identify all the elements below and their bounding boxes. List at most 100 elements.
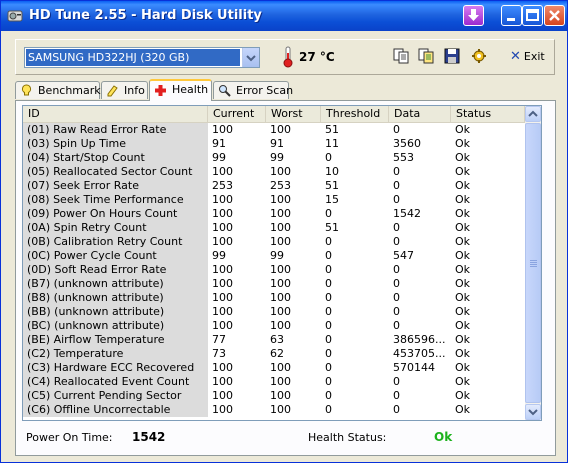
cell-threshold: 0 [325,291,332,304]
cell-threshold: 0 [325,207,332,220]
cell-current: 100 [212,207,233,220]
table-row[interactable]: (0B) Calibration Retry Count 100 100 0 0 Ok [23,235,525,249]
cell-status: Ok [455,263,471,276]
cell-id: (09) Power On Hours Count [23,207,208,221]
close-button[interactable] [544,5,565,26]
cell-data: 0 [393,221,400,234]
cell-data: 547 [393,249,414,262]
table-row[interactable]: (C4) Reallocated Event Count 100 100 0 0 Ok [23,375,525,389]
cell-current: 100 [212,221,233,234]
cell-data: 0 [393,305,400,318]
tab-error-scan[interactable]: Error Scan [213,81,293,99]
copy-icon[interactable] [393,48,409,64]
chevron-up-icon [528,110,538,117]
cell-current: 100 [212,123,233,136]
column-header-id[interactable]: ID [23,106,208,122]
health-status-label: Health Status: [308,431,387,444]
table-row[interactable]: (04) Start/Stop Count 99 99 0 553 Ok [23,151,525,165]
benchmark-icon [21,84,32,96]
table-row[interactable]: (09) Power On Hours Count 100 100 0 1542 Ok [23,207,525,221]
smart-attribute-list[interactable]: ID Current Worst Threshold Data Status (… [22,105,542,421]
table-row[interactable]: (C5) Current Pending Sector 100 100 0 0 Ok [23,389,525,403]
table-row[interactable]: (BE) Airflow Temperature 77 63 0 386596... Ok [23,333,525,347]
save-icon[interactable] [444,48,460,64]
minimize-button[interactable] [501,5,522,26]
table-row[interactable]: (05) Reallocated Sector Count 100 100 10 0 Ok [23,165,525,179]
cell-id: (04) Start/Stop Count [23,151,208,165]
tab-health[interactable]: Health [149,79,212,101]
column-header-worst[interactable]: Worst [266,106,321,122]
cell-data: 0 [393,165,400,178]
table-row[interactable]: (B8) (unknown attribute) 100 100 0 0 Ok [23,291,525,305]
cell-data: 0 [393,403,400,416]
cell-status: Ok [455,123,471,136]
cell-worst: 100 [270,375,291,388]
cell-status: Ok [455,291,471,304]
table-row[interactable]: (01) Raw Read Error Rate 100 100 51 0 Ok [23,123,525,137]
table-row[interactable]: (08) Seek Time Performance 100 100 15 0 Ok [23,193,525,207]
download-button[interactable] [463,5,484,26]
info-icon [107,85,118,97]
cell-worst: 100 [270,263,291,276]
cell-worst: 62 [270,347,284,360]
table-row[interactable]: (C3) Hardware ECC Recovered 100 100 0 570144… [23,361,525,375]
table-row[interactable]: (C6) Offline Uncorrectable 100 100 0 0 Ok [23,403,525,417]
cell-id: (B7) (unknown attribute) [23,277,208,291]
cell-data: 0 [393,235,400,248]
cell-data: 0 [393,319,400,332]
table-row[interactable]: (0C) Power Cycle Count 99 99 0 547 Ok [23,249,525,263]
cell-current: 100 [212,361,233,374]
table-row[interactable]: (07) Seek Error Rate 253 253 51 0 Ok [23,179,525,193]
cell-worst: 100 [270,403,291,416]
scroll-up-button[interactable] [525,106,541,122]
cell-current: 100 [212,193,233,206]
cell-threshold: 0 [325,347,332,360]
cell-worst: 253 [270,179,291,192]
tab-benchmark[interactable]: Benchmark [15,81,101,99]
table-row[interactable]: (C2) Temperature 73 62 0 453705... Ok [23,347,525,361]
cell-worst: 100 [270,165,291,178]
table-row[interactable]: (0A) Spin Retry Count 100 100 51 0 Ok [23,221,525,235]
health-status-value: Ok [434,430,453,444]
cell-threshold: 51 [325,123,339,136]
scroll-thumb[interactable] [525,123,541,403]
tab-health-label: Health [172,83,209,96]
scroll-down-button[interactable] [525,404,541,420]
column-header-threshold[interactable]: Threshold [321,106,389,122]
cell-data: 570144 [393,361,435,374]
table-row[interactable]: (BC) (unknown attribute) 100 100 0 0 Ok [23,319,525,333]
cell-status: Ok [455,319,471,332]
cell-current: 100 [212,375,233,388]
tab-info[interactable]: Info [101,81,148,99]
drive-select[interactable]: SAMSUNG HD322HJ (320 GB) [24,47,260,68]
cell-threshold: 0 [325,235,332,248]
maximize-button[interactable] [522,5,543,26]
copy-screenshot-icon[interactable] [418,48,434,64]
table-row[interactable]: (0D) Soft Read Error Rate 100 100 0 0 Ok [23,263,525,277]
title-bar[interactable]: HD Tune 2.55 - Hard Disk Utility [1,1,567,31]
table-row[interactable]: (BB) (unknown attribute) 100 100 0 0 Ok [23,305,525,319]
column-header-data[interactable]: Data [389,106,451,122]
cell-status: Ok [455,249,471,262]
cell-id: (BE) Airflow Temperature [23,333,208,347]
column-header-status[interactable]: Status [451,106,525,122]
cell-data: 553 [393,151,414,164]
cell-current: 100 [212,263,233,276]
table-row[interactable]: (03) Spin Up Time 91 91 11 3560 Ok [23,137,525,151]
cell-id: (C2) Temperature [23,347,208,361]
cell-status: Ok [455,221,471,234]
cell-threshold: 0 [325,249,332,262]
column-header-current[interactable]: Current [208,106,266,122]
vertical-scrollbar[interactable] [525,106,541,420]
options-icon[interactable] [471,48,487,64]
cell-data: 3560 [393,137,421,150]
cell-threshold: 0 [325,333,332,346]
health-panel: ID Current Worst Threshold Data Status (… [15,100,556,456]
cell-id: (BB) (unknown attribute) [23,305,208,319]
close-icon [549,10,560,21]
table-row[interactable]: (B7) (unknown attribute) 100 100 0 0 Ok [23,277,525,291]
cell-data: 0 [393,389,400,402]
chevron-down-icon[interactable] [242,48,259,67]
window-title: HD Tune 2.55 - Hard Disk Utility [29,8,262,23]
exit-button[interactable]: ✕ Exit [510,49,545,65]
